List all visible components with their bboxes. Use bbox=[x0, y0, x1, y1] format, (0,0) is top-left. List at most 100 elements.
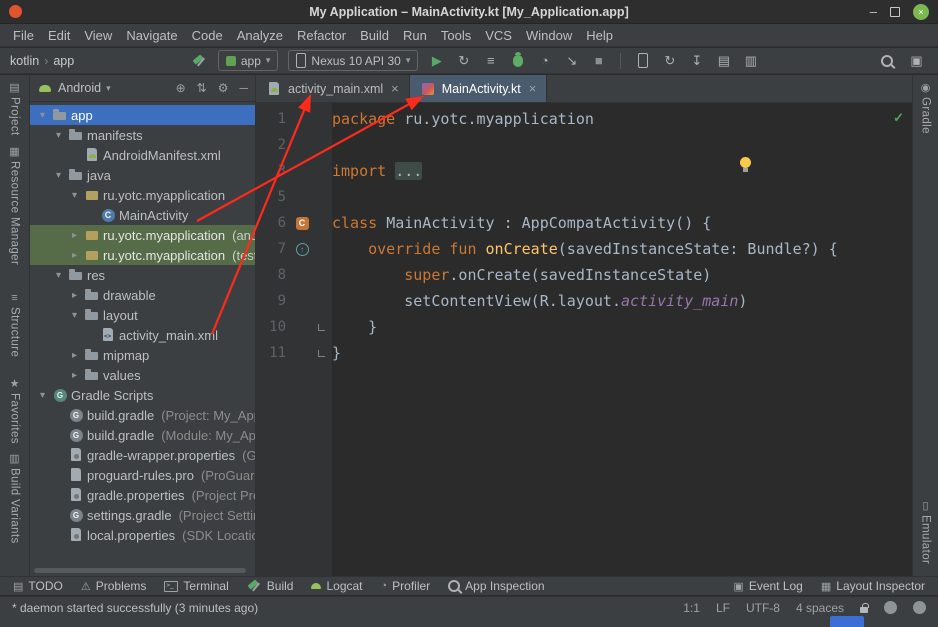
tool-button-gradle[interactable]: ◉Gradle bbox=[920, 81, 932, 134]
tool-button-favorites[interactable]: ★Favorites bbox=[9, 377, 21, 444]
tool-button-emulator[interactable]: ▯Emulator bbox=[920, 499, 932, 564]
tree-item-build-gradle-module-my-application-app[interactable]: build.gradle(Module: My_Application.app) bbox=[30, 425, 255, 445]
chevron-down-icon[interactable]: ▾ bbox=[52, 130, 65, 141]
tool-window-button-event-log[interactable]: ▣Event Log bbox=[724, 577, 811, 595]
close-tab-icon[interactable]: × bbox=[529, 81, 537, 96]
tool-button-project[interactable]: ▤Project bbox=[9, 81, 21, 136]
tree-item-manifests[interactable]: ▾manifests bbox=[30, 125, 255, 145]
tree-item-gradle-scripts[interactable]: ▾Gradle Scripts bbox=[30, 385, 255, 405]
run-configuration-selector[interactable]: app▾ bbox=[218, 50, 279, 71]
tool-window-button-build[interactable]: Build bbox=[238, 577, 303, 595]
chevron-right-icon[interactable]: ▸ bbox=[68, 290, 81, 301]
device-file-explorer-button[interactable]: ▥ bbox=[739, 51, 762, 71]
editor-content[interactable]: 1package ru.yotc.myapplication23import .… bbox=[256, 103, 912, 576]
tool-window-button-todo[interactable]: ▤TODO bbox=[4, 577, 72, 595]
tool-window-button-profiler[interactable]: ◔Profiler bbox=[372, 577, 440, 595]
fold-marker[interactable] bbox=[318, 350, 325, 357]
sync-gradle-button[interactable]: ↻ bbox=[658, 51, 681, 71]
status-message[interactable]: * daemon started successfully (3 minutes… bbox=[12, 601, 258, 615]
tree-item-java[interactable]: ▾java bbox=[30, 165, 255, 185]
tree-item-gradle-wrapper-properties-gradle-version[interactable]: gradle-wrapper.properties(Gradle Version… bbox=[30, 445, 255, 465]
tree-item-androidmanifest-xml[interactable]: AndroidManifest.xml bbox=[30, 145, 255, 165]
tool-window-button-app-inspection[interactable]: App Inspection bbox=[439, 577, 553, 595]
intention-bulb-icon[interactable] bbox=[740, 157, 751, 168]
menu-item-build[interactable]: Build bbox=[353, 28, 396, 43]
tree-item-gradle-properties-project-properties[interactable]: gradle.properties(Project Properties) bbox=[30, 485, 255, 505]
tree-item-activity-main-xml[interactable]: activity_main.xml bbox=[30, 325, 255, 345]
close-button[interactable]: × bbox=[913, 4, 929, 20]
editor-tab-mainactivity-kt[interactable]: MainActivity.kt× bbox=[410, 75, 548, 102]
attach-debugger-button[interactable]: ↘ bbox=[560, 51, 583, 71]
chevron-down-icon[interactable]: ▾ bbox=[36, 390, 49, 401]
close-tab-icon[interactable]: × bbox=[391, 81, 399, 96]
locate-file-button[interactable]: ⊕ bbox=[176, 81, 186, 95]
tree-item-drawable[interactable]: ▸drawable bbox=[30, 285, 255, 305]
menu-item-help[interactable]: Help bbox=[579, 28, 620, 43]
apply-code-changes-button[interactable]: ≡ bbox=[479, 51, 502, 71]
menu-item-edit[interactable]: Edit bbox=[41, 28, 77, 43]
collapse-all-button[interactable]: ⇅ bbox=[197, 81, 207, 95]
chevron-right-icon[interactable]: ▸ bbox=[68, 350, 81, 361]
override-gutter-icon[interactable]: ↑ bbox=[296, 243, 309, 256]
tree-item-local-properties-sdk-location[interactable]: local.properties(SDK Location) bbox=[30, 525, 255, 545]
tool-button-build-variants[interactable]: ▥Build Variants bbox=[9, 452, 21, 544]
fold-marker[interactable] bbox=[318, 324, 325, 331]
tool-button-resource-manager[interactable]: ▦Resource Manager bbox=[9, 145, 21, 265]
tree-item-proguard-rules-pro-proguard-rules-for-my-application[interactable]: proguard-rules.pro(ProGuard Rules for My… bbox=[30, 465, 255, 485]
hide-panel-button[interactable]: ─ bbox=[239, 81, 248, 95]
tool-window-button-terminal[interactable]: Terminal bbox=[155, 577, 237, 595]
notification-icon[interactable] bbox=[884, 601, 897, 614]
menu-item-vcs[interactable]: VCS bbox=[478, 28, 519, 43]
lock-icon[interactable] bbox=[860, 607, 868, 613]
run-button[interactable]: ▶ bbox=[425, 51, 448, 71]
menu-item-run[interactable]: Run bbox=[396, 28, 434, 43]
chevron-down-icon[interactable]: ▾ bbox=[68, 310, 81, 321]
minimize-button[interactable]: – bbox=[870, 7, 877, 17]
menu-item-refactor[interactable]: Refactor bbox=[290, 28, 353, 43]
tree-item-values[interactable]: ▸values bbox=[30, 365, 255, 385]
tree-item-settings-gradle-project-settings[interactable]: settings.gradle(Project Settings) bbox=[30, 505, 255, 525]
chevron-right-icon[interactable]: ▸ bbox=[68, 230, 81, 241]
avd-manager-button[interactable]: ▤ bbox=[712, 51, 735, 71]
tool-window-button-logcat[interactable]: Logcat bbox=[302, 577, 371, 595]
chevron-down-icon[interactable]: ▾ bbox=[52, 270, 65, 281]
search-everywhere-button[interactable] bbox=[876, 51, 899, 71]
device-selector[interactable]: Nexus 10 API 30▾ bbox=[288, 50, 418, 71]
assistant-icon[interactable] bbox=[913, 601, 926, 614]
breadcrumb-item-app[interactable]: app bbox=[53, 54, 74, 68]
settings-gear-button[interactable]: ⚙ bbox=[218, 81, 229, 95]
tree-item-ru-yotc-myapplication-test[interactable]: ▸ru.yotc.myapplication(test) bbox=[30, 245, 255, 265]
sdk-manager-button[interactable]: ↧ bbox=[685, 51, 708, 71]
chevron-right-icon[interactable]: ▸ bbox=[68, 250, 81, 261]
menu-item-analyze[interactable]: Analyze bbox=[230, 28, 290, 43]
tree-item-ru-yotc-myapplication[interactable]: ▾ru.yotc.myapplication bbox=[30, 185, 255, 205]
line-separator-widget[interactable]: LF bbox=[716, 601, 730, 615]
tree-item-app[interactable]: ▾app bbox=[30, 105, 255, 125]
indent-widget[interactable]: 4 spaces bbox=[796, 601, 844, 615]
breadcrumb-item-kotlin[interactable]: kotlin bbox=[10, 54, 39, 68]
window-menu-icon[interactable] bbox=[9, 5, 22, 18]
scrollbar-thumb[interactable] bbox=[34, 568, 246, 573]
tree-item-build-gradle-project-my-application[interactable]: build.gradle(Project: My_Application) bbox=[30, 405, 255, 425]
debug-button[interactable] bbox=[506, 51, 529, 71]
menu-item-code[interactable]: Code bbox=[185, 28, 230, 43]
tree-item-res[interactable]: ▾res bbox=[30, 265, 255, 285]
chevron-down-icon[interactable]: ▾ bbox=[36, 110, 49, 121]
tool-window-button-problems[interactable]: ⚠Problems bbox=[72, 577, 156, 595]
project-structure-button[interactable]: ▣ bbox=[905, 51, 928, 71]
menu-item-navigate[interactable]: Navigate bbox=[119, 28, 184, 43]
caret-position-widget[interactable]: 1:1 bbox=[683, 601, 700, 615]
profile-button[interactable]: ◔ bbox=[533, 51, 556, 71]
project-view-selector[interactable]: Android bbox=[58, 81, 101, 95]
horizontal-scrollbar[interactable] bbox=[34, 568, 245, 573]
menu-item-view[interactable]: View bbox=[77, 28, 119, 43]
tree-item-ru-yotc-myapplication-androidtest[interactable]: ▸ru.yotc.myapplication(androidTest) bbox=[30, 225, 255, 245]
stop-button[interactable]: ■ bbox=[587, 51, 610, 71]
encoding-widget[interactable]: UTF-8 bbox=[746, 601, 780, 615]
tree-item-mipmap[interactable]: ▸mipmap bbox=[30, 345, 255, 365]
tool-button-structure[interactable]: ≡Structure bbox=[9, 291, 21, 357]
menu-item-file[interactable]: File bbox=[6, 28, 41, 43]
editor-tab-activity-main-xml[interactable]: activity_main.xml× bbox=[256, 75, 410, 102]
chevron-right-icon[interactable]: ▸ bbox=[68, 370, 81, 381]
tree-item-layout[interactable]: ▾layout bbox=[30, 305, 255, 325]
